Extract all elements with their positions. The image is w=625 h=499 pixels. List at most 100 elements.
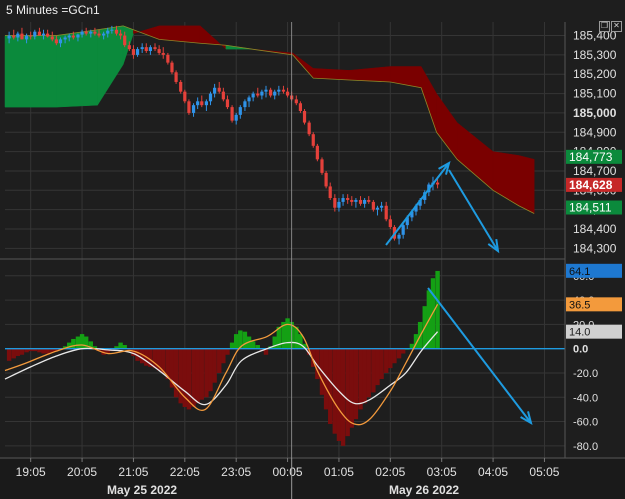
price-tag-label: 184,628	[569, 178, 613, 192]
cloud-segment	[4, 35, 57, 108]
candle-up	[238, 107, 242, 115]
candle-down	[131, 49, 136, 55]
candle-down	[183, 91, 187, 102]
time-tick-label: 21:05	[118, 465, 148, 479]
osc-tick-label: -40.0	[573, 392, 598, 404]
candle-down	[179, 81, 183, 92]
candle-down	[358, 199, 363, 204]
candle-up	[401, 225, 405, 235]
candle-up	[7, 35, 11, 39]
histogram-bar-negative	[384, 348, 389, 373]
histogram-bar-negative	[345, 348, 350, 437]
price-tick-label: 185,300	[573, 48, 617, 62]
value-tag-label: 64.1	[569, 266, 590, 278]
candle-up	[375, 207, 380, 210]
candle-down	[294, 99, 298, 104]
candle-down	[84, 31, 88, 34]
histogram-bar-negative	[400, 348, 406, 354]
candle-down	[20, 33, 24, 40]
candle-down	[12, 35, 16, 38]
candle-down	[320, 159, 324, 173]
histogram-bar-positive	[75, 336, 81, 349]
osc-tick-label: 0.0	[573, 344, 588, 356]
price-tag-label: 184,511	[569, 201, 612, 215]
candle-up	[16, 33, 20, 38]
candle-down	[217, 87, 221, 92]
histogram-bar-positive	[118, 342, 123, 349]
candle-down	[157, 49, 161, 53]
histogram-bar-negative	[366, 348, 371, 398]
window-controls[interactable]: ❐ ✕	[598, 21, 622, 32]
histogram-bar-positive	[79, 334, 85, 349]
histogram-bar-negative	[6, 348, 12, 361]
histogram-bar-negative	[212, 348, 217, 383]
candle-down	[174, 72, 178, 82]
candle-down	[350, 199, 354, 202]
restore-icon[interactable]: ❐	[599, 21, 610, 32]
close-icon[interactable]: ✕	[611, 21, 622, 32]
chart-canvas[interactable]: 185,400185,300185,200185,100185,000184,9…	[0, 0, 625, 499]
candle-down	[435, 182, 440, 185]
candle-down	[256, 93, 260, 96]
candle-down	[127, 45, 131, 50]
histogram-bar-positive	[250, 341, 256, 349]
candle-up	[260, 91, 264, 96]
candle-up	[67, 35, 71, 38]
candle-up	[273, 91, 277, 96]
histogram-bar-negative	[221, 348, 226, 364]
candle-down	[144, 47, 148, 52]
candle-down	[46, 33, 50, 37]
candle-up	[135, 49, 140, 55]
candle-down	[328, 186, 332, 199]
histogram-bar-negative	[349, 348, 354, 428]
price-tick-label: 184,900	[573, 125, 617, 139]
candle-down	[302, 110, 307, 123]
time-tick-label: 00:05	[273, 465, 303, 479]
candle-up	[379, 205, 384, 208]
candle-down	[97, 33, 101, 36]
histogram-bar-negative	[204, 348, 209, 398]
candle-up	[196, 101, 200, 106]
histogram-bar-positive	[233, 334, 239, 349]
candle-up	[204, 101, 208, 106]
cloud-segment	[56, 29, 98, 108]
candle-down	[333, 198, 337, 208]
candle-down	[298, 103, 303, 111]
candle-up	[89, 31, 93, 34]
candle-down	[221, 91, 225, 100]
histogram-bar-negative	[45, 348, 50, 354]
histogram-bar-positive	[435, 270, 440, 349]
histogram-bar-negative	[362, 348, 367, 404]
candle-down	[269, 89, 273, 96]
osc-tick-label: -60.0	[573, 417, 598, 429]
candle-up	[102, 33, 106, 36]
price-tick-label: 184,700	[573, 164, 617, 178]
candle-up	[354, 199, 358, 202]
time-tick-label: 03:05	[427, 465, 457, 479]
time-tick-label: 22:05	[170, 465, 200, 479]
price-tick-label: 185,100	[573, 87, 617, 101]
candle-down	[346, 198, 350, 200]
candle-up	[110, 29, 114, 31]
candle-up	[58, 39, 63, 44]
histogram-bar-positive	[298, 334, 303, 349]
candle-up	[243, 101, 247, 108]
date-label: May 25 2022	[107, 483, 177, 497]
candle-down	[118, 33, 123, 36]
candle-up	[247, 97, 251, 102]
time-tick-label: 01:05	[324, 465, 354, 479]
candle-down	[281, 89, 286, 92]
candle-down	[230, 107, 234, 121]
candle-up	[106, 30, 110, 34]
time-tick-label: 20:05	[67, 465, 97, 479]
candle-up	[251, 93, 255, 98]
histogram-bar-negative	[371, 348, 376, 393]
candle-down	[388, 219, 392, 228]
osc-tick-label: -20.0	[573, 368, 598, 380]
candle-up	[337, 201, 341, 208]
candle-up	[41, 33, 46, 36]
price-tick-label: 185,000	[573, 106, 617, 120]
histogram-bar-negative	[19, 348, 25, 355]
value-tag-label: 36.5	[569, 299, 590, 311]
candle-down	[54, 39, 58, 44]
